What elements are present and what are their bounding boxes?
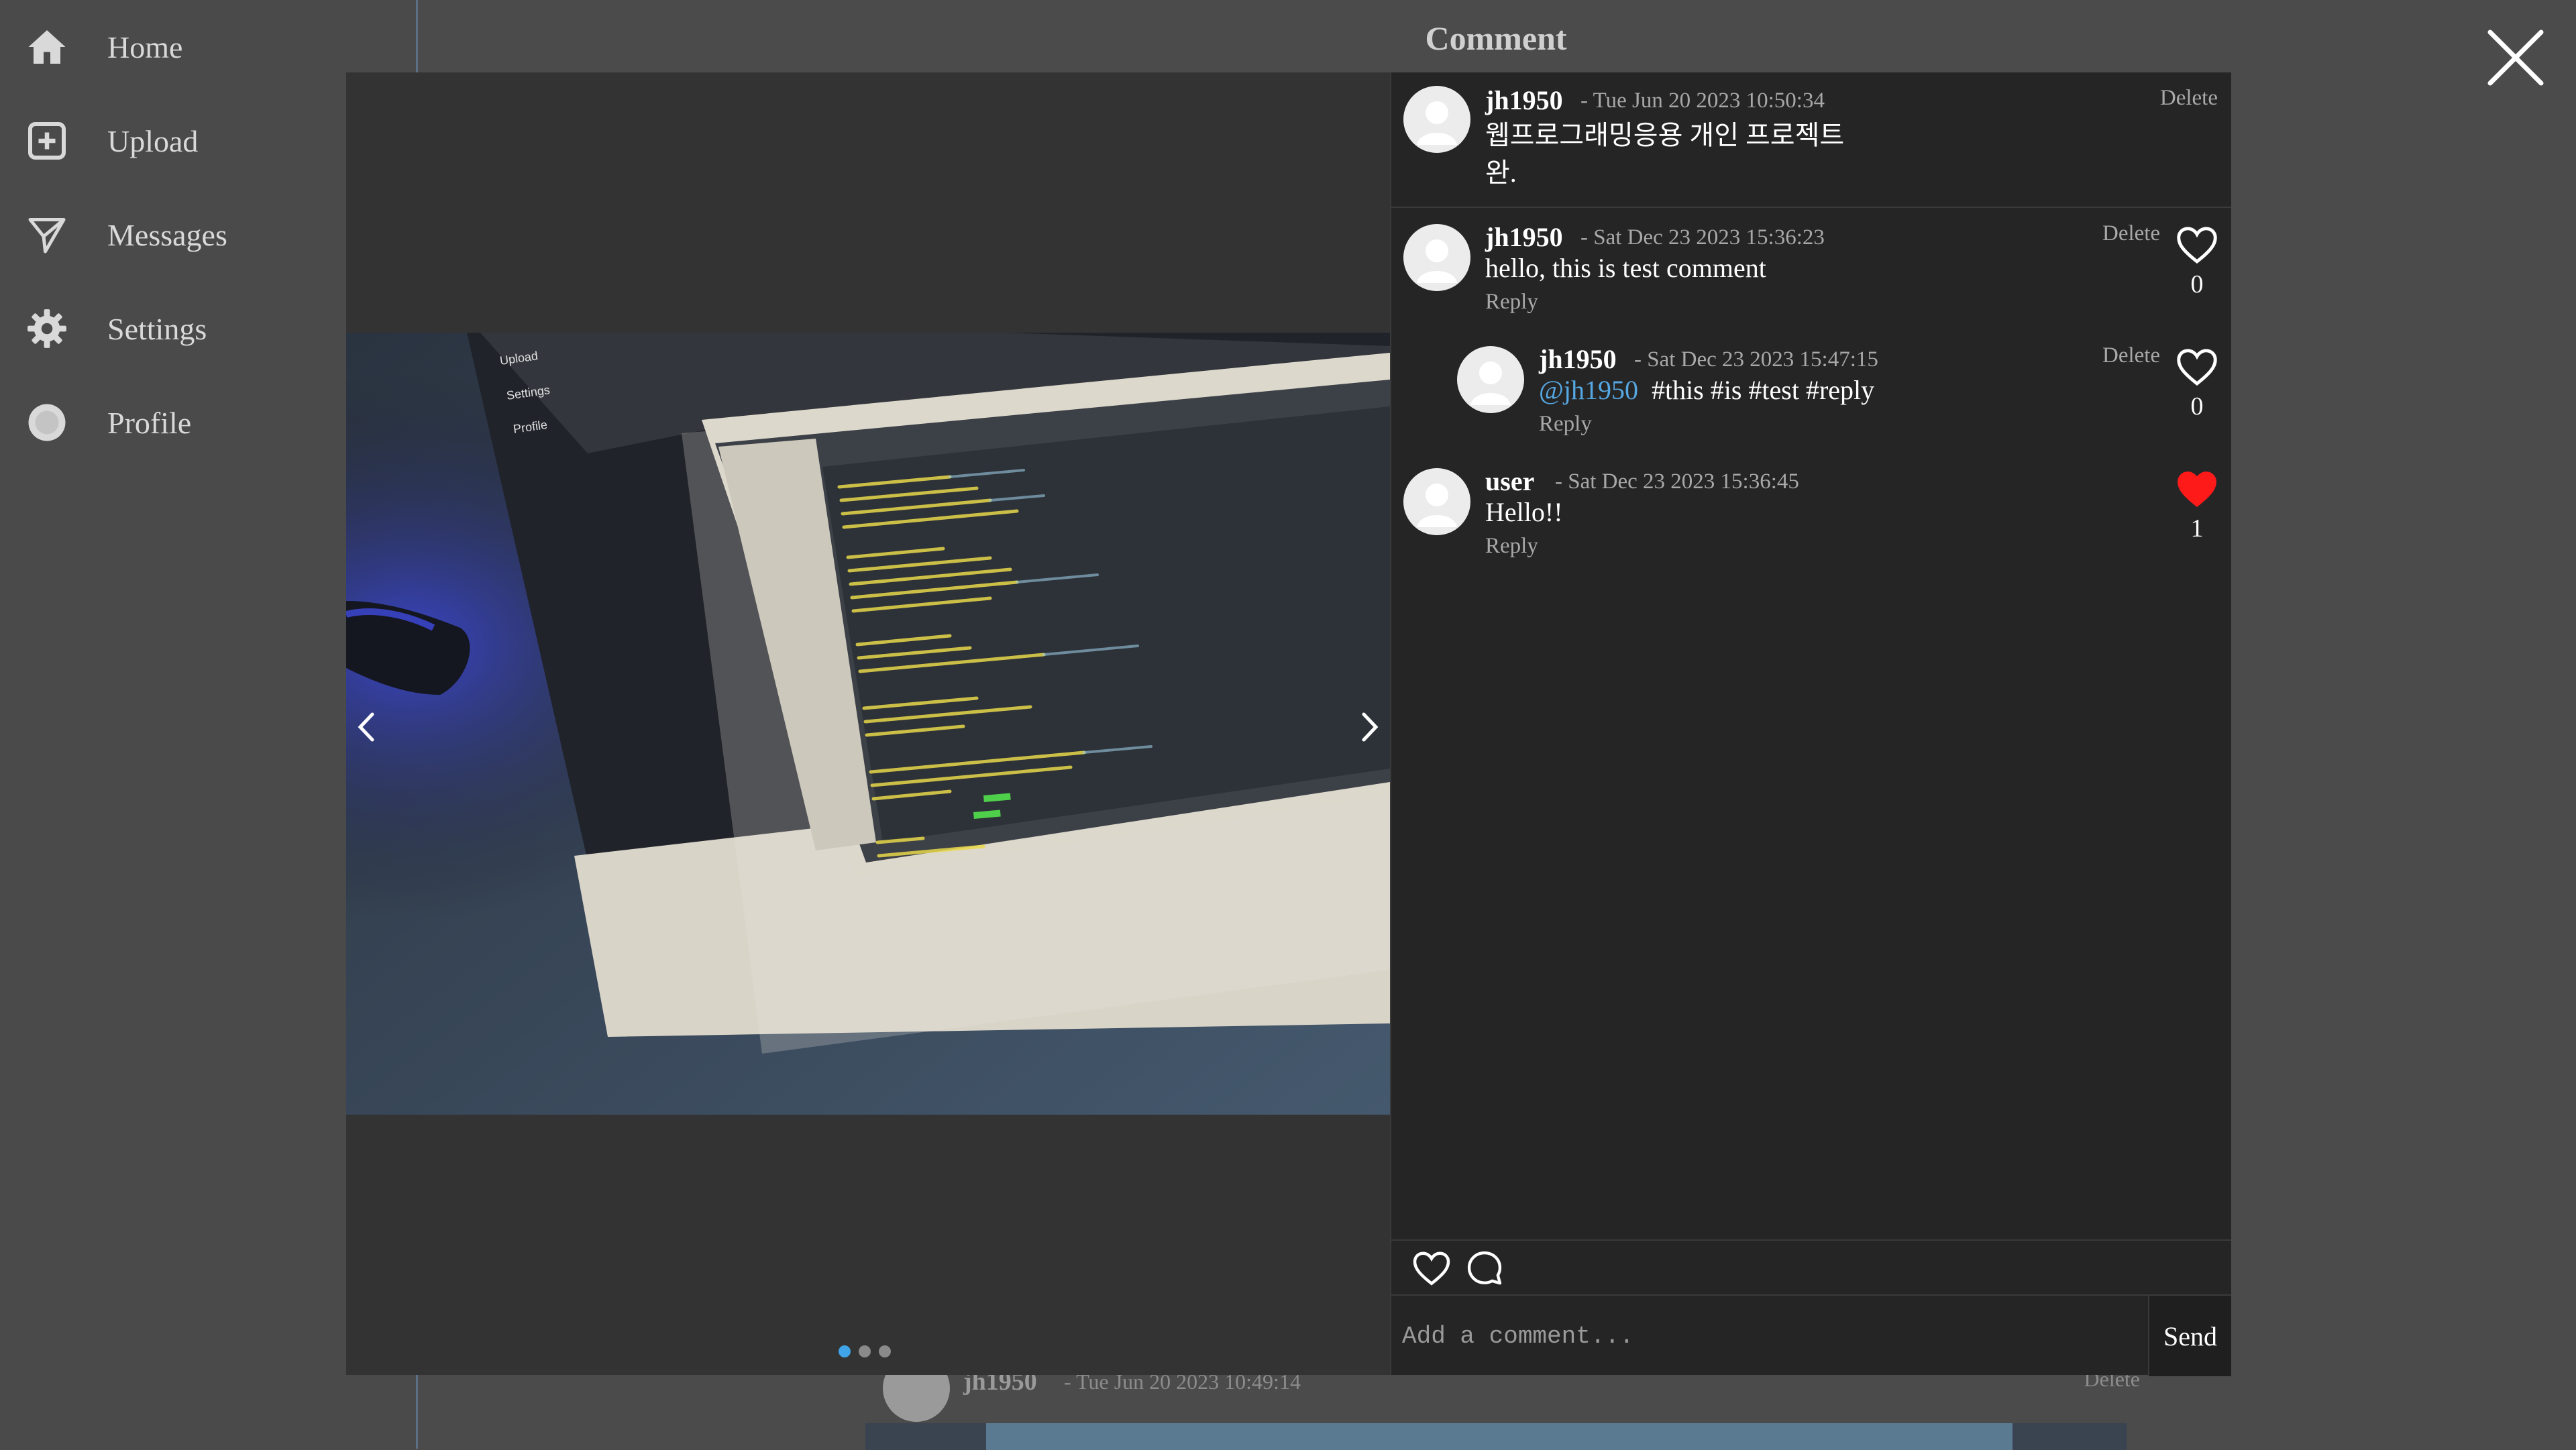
plus-square-icon (24, 118, 70, 164)
comment-bubble-icon (1467, 1251, 1502, 1285)
chevron-right-icon (1362, 712, 1379, 742)
heart-outline-icon (2177, 349, 2217, 386)
comment-post-button[interactable] (1465, 1249, 1504, 1291)
sidebar-item-label: Messages (107, 217, 227, 252)
post-image-inner (986, 1423, 2012, 1450)
comment-text: Hello!! (1485, 497, 1563, 527)
send-button[interactable]: Send (2148, 1296, 2231, 1376)
comment-text-line2: 완. (1485, 158, 1517, 188)
sidebar-item-label: Profile (107, 405, 192, 440)
like-count: 0 (2190, 270, 2204, 298)
like-button[interactable] (2175, 468, 2219, 508)
reply-button[interactable]: Reply (1485, 534, 1538, 559)
reply-button[interactable]: Reply (1485, 290, 1538, 315)
close-icon (2487, 30, 2544, 86)
comment-username[interactable]: jh1950 (1485, 221, 1563, 253)
avatar[interactable] (1457, 346, 1524, 413)
divider (1391, 207, 2231, 208)
comment-text: 웹프로그래밍응용 개인 프로젝트 완. (1485, 117, 1844, 192)
avatar[interactable] (1403, 86, 1470, 153)
like-button[interactable] (2175, 346, 2219, 386)
comment-input[interactable] (1391, 1296, 2145, 1376)
avatar[interactable] (1403, 224, 1470, 291)
avatar-icon (24, 400, 70, 445)
delete-button[interactable]: Delete (2160, 86, 2218, 111)
carousel-dot-3[interactable] (879, 1345, 891, 1357)
photo-monitor-code: Upload Settings Profile (346, 333, 1390, 1115)
modal-title: Comment (1425, 19, 1567, 57)
comment-text: @jh1950 #this #is #test #reply (1539, 372, 1874, 409)
post-actions (1391, 1239, 2231, 1294)
comment-hashtags: #this #is #test #reply (1651, 375, 1875, 405)
comments-panel: jh1950 - Tue Jun 20 2023 10:50:34 Delete… (1390, 72, 2231, 1376)
comment-username[interactable]: user (1485, 465, 1534, 497)
reply-button[interactable]: Reply (1539, 412, 1592, 437)
mention-link[interactable]: @jh1950 (1539, 375, 1638, 405)
comment-text-line1: 웹프로그래밍응용 개인 프로젝트 (1485, 120, 1845, 150)
heart-filled-icon (2178, 471, 2216, 507)
delete-button[interactable]: Delete (2102, 343, 2160, 368)
delete-button[interactable]: Delete (2102, 221, 2160, 246)
like-post-button[interactable] (1411, 1249, 1452, 1290)
home-icon (24, 24, 70, 70)
close-button[interactable] (2482, 24, 2549, 91)
comment-text: hello, this is test comment (1485, 253, 1766, 283)
like-button[interactable] (2175, 224, 2219, 264)
sidebar-item-label: Upload (107, 123, 199, 158)
chevron-left-icon (358, 712, 374, 742)
like-count: 1 (2190, 514, 2204, 543)
heart-outline-icon (2177, 227, 2217, 264)
carousel-dot-2[interactable] (859, 1345, 871, 1357)
comment-username[interactable]: jh1950 (1485, 85, 1563, 116)
comment-username[interactable]: jh1950 (1539, 343, 1617, 375)
avatar[interactable] (1403, 468, 1470, 535)
carousel-next-button[interactable] (1350, 700, 1390, 754)
send-icon (24, 212, 70, 258)
comment-date: - Sat Dec 23 2023 15:36:23 (1580, 225, 1825, 249)
comment-date: - Sat Dec 23 2023 15:36:45 (1555, 469, 1799, 494)
comment-date: - Sat Dec 23 2023 15:47:15 (1634, 347, 1878, 372)
comment-date: - Tue Jun 20 2023 10:50:34 (1580, 89, 1825, 113)
post-photo: Upload Settings Profile (346, 333, 1390, 1115)
like-count: 0 (2190, 392, 2204, 421)
comment-composer: Send (1391, 1294, 2231, 1376)
sidebar-item-label: Home (107, 30, 183, 64)
heart-outline-icon (1413, 1251, 1450, 1286)
sidebar-item-label: Settings (107, 311, 207, 346)
gear-icon (24, 306, 70, 351)
carousel-prev-button[interactable] (346, 700, 386, 754)
carousel-indicators (839, 1345, 891, 1357)
media-carousel: Upload Settings Profile (346, 72, 1390, 1375)
carousel-dot-1[interactable] (839, 1345, 851, 1357)
